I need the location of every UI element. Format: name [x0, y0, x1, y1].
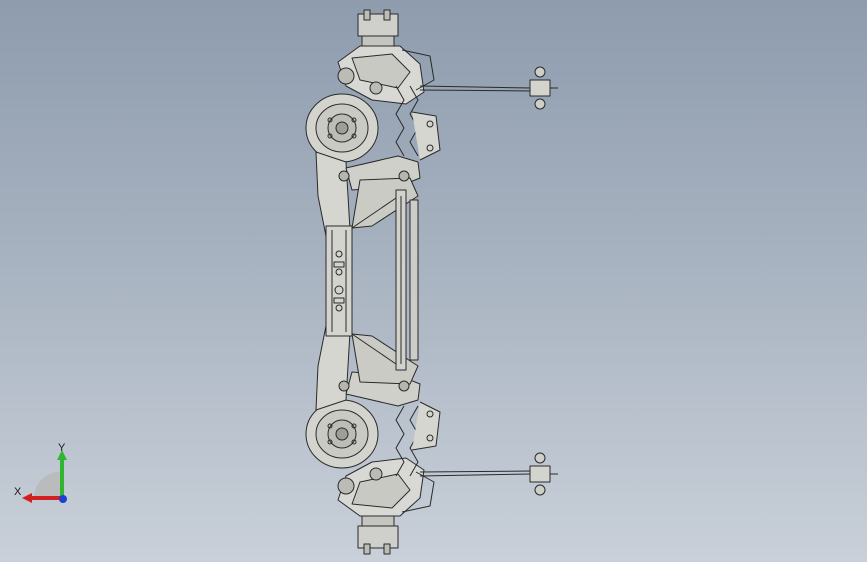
z-axis-dot-icon [59, 495, 67, 503]
bottom-hub-flange[interactable] [357, 515, 399, 555]
y-axis-label: Y [58, 442, 66, 454]
top-hub-flange[interactable] [357, 9, 399, 47]
upper-tie-rod[interactable] [419, 66, 558, 110]
triad-axes-icon [22, 450, 67, 503]
triad-plane-icon [34, 472, 60, 498]
graphics-viewport[interactable]: X Y [0, 0, 867, 562]
lower-spring-link[interactable] [395, 401, 441, 477]
upper-spring-link[interactable] [395, 85, 441, 161]
orientation-triad: X Y [12, 440, 82, 510]
lower-tie-rod[interactable] [419, 452, 558, 496]
x-axis-label: X [14, 486, 22, 498]
subframe-center-rail[interactable] [325, 225, 353, 337]
rear-suspension-subframe-model[interactable] [0, 0, 867, 562]
